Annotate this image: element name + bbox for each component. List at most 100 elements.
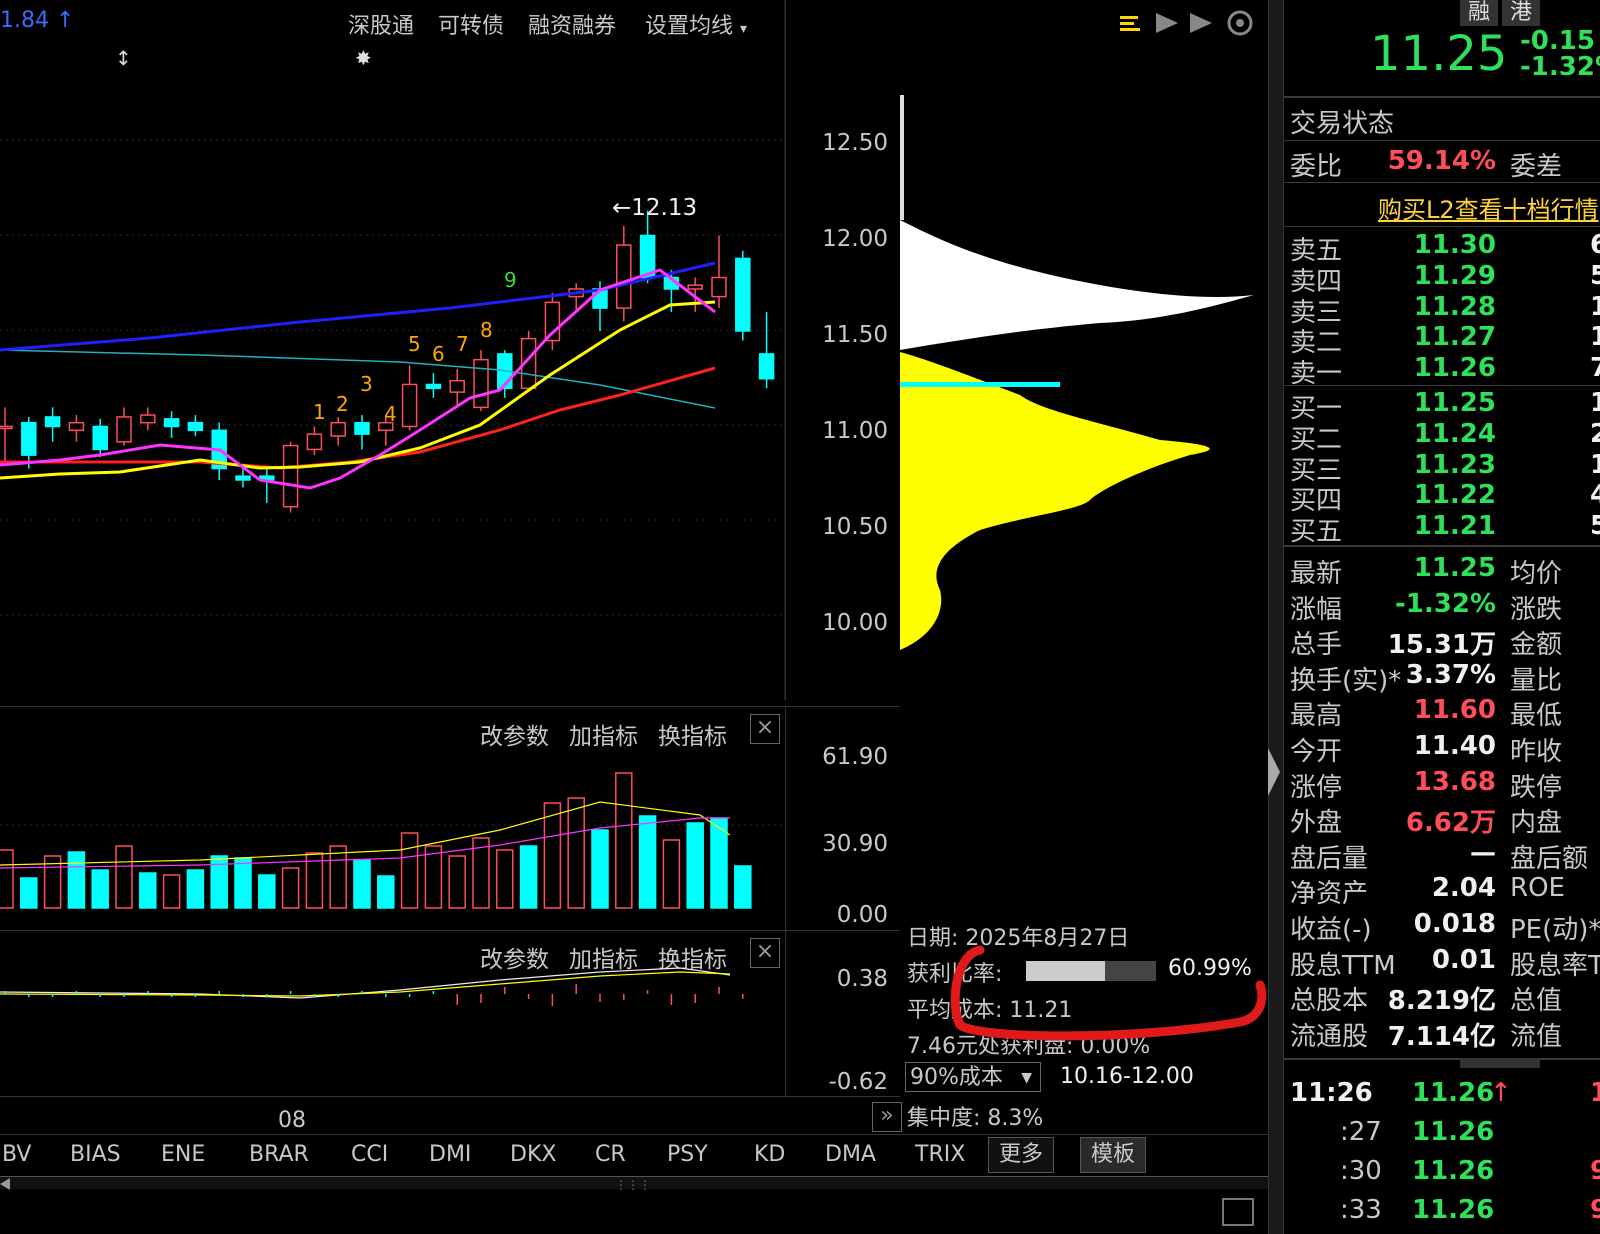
volume-bar — [234, 857, 252, 909]
volume-bar — [91, 869, 109, 909]
tab-dkx[interactable]: DKX — [510, 1142, 556, 1167]
bid-price[interactable]: 11.22 — [1400, 480, 1496, 510]
volume-bar — [377, 875, 395, 909]
seq-label-7: 7 — [456, 332, 469, 356]
tab-trix[interactable]: TRIX — [915, 1142, 965, 1167]
tick-volume: 1 — [1590, 1078, 1600, 1108]
stat-value: 11.40 — [1413, 731, 1496, 761]
diff-label: 委差 — [1510, 152, 1563, 182]
volume-bar — [20, 877, 38, 909]
gear-icon[interactable] — [1227, 10, 1253, 36]
y-tick-10.50: 10.50 — [822, 514, 888, 540]
tab-bv[interactable]: BV — [2, 1142, 31, 1167]
sep-5 — [1283, 545, 1600, 547]
tick-volume: 9 — [1590, 1195, 1600, 1225]
stat-label-2: 流值 — [1510, 1021, 1563, 1052]
candle-body — [425, 383, 442, 390]
volume-bar — [686, 822, 704, 909]
volume-bar — [67, 851, 86, 909]
volume-bar — [638, 815, 657, 909]
stat-label-2: 量比 — [1510, 665, 1563, 696]
list-icon[interactable] — [1120, 16, 1140, 31]
play-icon[interactable] — [1156, 13, 1178, 33]
volume-bar — [162, 874, 181, 909]
candle-body — [711, 276, 727, 298]
badge-hk: 港 — [1502, 0, 1540, 26]
candle-body — [354, 421, 370, 435]
sep-3 — [1283, 182, 1600, 183]
cost-select[interactable]: 90%成本 ▼ — [905, 1062, 1041, 1092]
candle-body — [758, 353, 775, 380]
candle-body — [187, 421, 204, 432]
tab-dma[interactable]: DMA — [825, 1142, 876, 1167]
tab-cr[interactable]: CR — [595, 1142, 626, 1167]
y-tick-12.00: 12.00 — [822, 226, 888, 252]
stat-label-2: PE(动)* — [1510, 915, 1600, 945]
l2-link[interactable]: 购买L2查看十档行情 — [1378, 190, 1599, 225]
tick-time: 11:26 — [1290, 1078, 1373, 1108]
resize-grip-icon[interactable]: ⋮⋮⋮ — [615, 1178, 651, 1192]
scroll-up-icon[interactable] — [1460, 1058, 1540, 1068]
play-step-icon[interactable] — [1190, 13, 1212, 33]
tab-brar[interactable]: BRAR — [249, 1142, 309, 1167]
ask-price[interactable]: 11.26 — [1400, 353, 1496, 383]
vol-tick-30.90: 30.90 — [822, 831, 888, 857]
tab-dmi[interactable]: DMI — [429, 1142, 471, 1167]
expand-icon[interactable]: » — [872, 1102, 902, 1132]
red-annotation-stroke — [950, 945, 1267, 1041]
tick-up-arrow-icon: ↑ — [1490, 1078, 1512, 1108]
volume-bar — [567, 797, 585, 909]
ask-price[interactable]: 11.28 — [1400, 292, 1496, 322]
bid-price[interactable]: 11.25 — [1400, 388, 1496, 418]
stat-label-2: 盘后额 — [1510, 843, 1589, 874]
tab-ene[interactable]: ENE — [161, 1142, 205, 1167]
candle-body — [449, 379, 465, 393]
candle-body — [735, 257, 751, 332]
download-icon[interactable] — [1222, 1198, 1254, 1226]
stat-value: 0.01 — [1431, 944, 1496, 975]
macd-chart[interactable] — [0, 960, 785, 1090]
more-button[interactable]: 更多 — [988, 1137, 1055, 1173]
candle-body — [687, 284, 703, 290]
ask-price[interactable]: 11.29 — [1400, 261, 1496, 291]
ask-volume: 10 — [1590, 291, 1600, 322]
chip-profit-area — [900, 220, 1254, 350]
trade-status-label: 交易状态 — [1290, 109, 1395, 139]
template-button[interactable]: 模板 — [1080, 1137, 1147, 1173]
volume-bar — [115, 845, 133, 909]
tick-price: 11.26 — [1412, 1195, 1495, 1225]
tick-time: :30 — [1340, 1156, 1382, 1186]
candlestick-chart[interactable] — [0, 0, 900, 700]
stat-label-2: 内盘 — [1510, 808, 1563, 839]
tab-cci[interactable]: CCI — [351, 1142, 388, 1167]
chevron-down-icon: ▼ — [1021, 1070, 1032, 1086]
badge-margin: 融 — [1460, 0, 1498, 26]
tab-kd[interactable]: KD — [754, 1142, 785, 1167]
chip-distribution-chart[interactable] — [900, 90, 1270, 670]
stat-label: 涨幅 — [1290, 594, 1343, 625]
cost-range: 10.16-12.00 — [1060, 1064, 1194, 1089]
seq-label-1: 1 — [313, 400, 326, 424]
stat-label: 流通股 — [1290, 1021, 1369, 1052]
tab-psy[interactable]: PSY — [667, 1142, 708, 1167]
vol-tick-0.00: 0.00 — [836, 902, 888, 928]
volume-bar — [615, 772, 633, 909]
macd-tick-0.38: 0.38 — [836, 966, 888, 992]
volume-bar — [258, 874, 276, 909]
tick-price: 11.26 — [1412, 1117, 1495, 1147]
ask-volume: 7 — [1590, 353, 1600, 384]
left-arrow-icon[interactable] — [0, 1178, 10, 1190]
volume-bar — [496, 849, 514, 909]
ask-price[interactable]: 11.27 — [1400, 322, 1496, 352]
seq-label-9: 9 — [504, 268, 517, 292]
bid-label: 买五 — [1290, 517, 1343, 548]
bid-price[interactable]: 11.23 — [1400, 450, 1496, 480]
bid-price[interactable]: 11.21 — [1400, 511, 1496, 541]
tab-bias[interactable]: BIAS — [70, 1142, 121, 1167]
ask-price[interactable]: 11.30 — [1400, 230, 1496, 260]
vol-tick-61.90: 61.90 — [822, 744, 888, 770]
volume-chart[interactable] — [0, 740, 785, 930]
bid-price[interactable]: 11.24 — [1400, 419, 1496, 449]
candle-body — [140, 414, 156, 424]
panel-collapse-handle-icon[interactable] — [1268, 748, 1280, 796]
